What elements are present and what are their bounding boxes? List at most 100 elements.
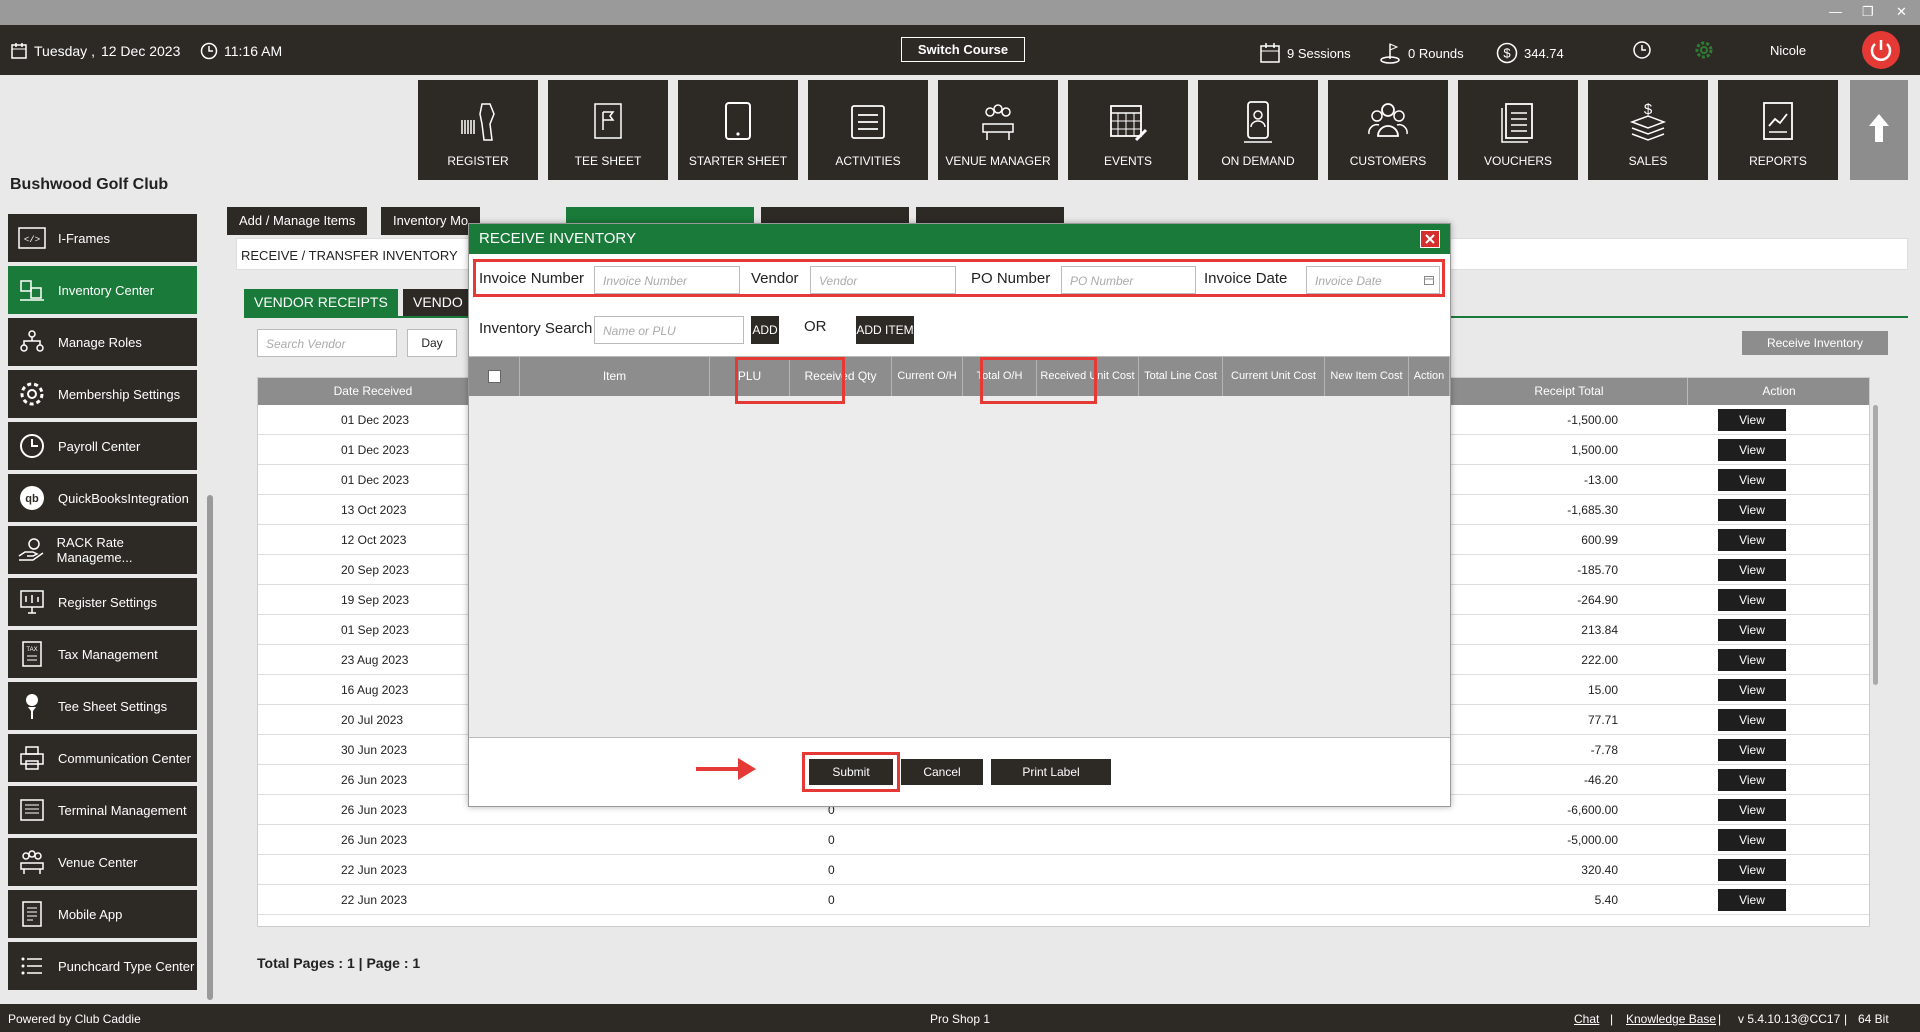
column-header-total-line-cost[interactable]: Total Line Cost	[1139, 357, 1223, 396]
column-header-total[interactable]: Receipt Total	[1451, 378, 1688, 405]
tile-customers[interactable]: CUSTOMERS	[1328, 80, 1448, 180]
tile-vouchers[interactable]: VOUCHERS	[1458, 80, 1578, 180]
modal-close-button[interactable]	[1420, 230, 1440, 248]
tile-starter-sheet[interactable]: STARTER SHEET	[678, 80, 798, 180]
cancel-button[interactable]: Cancel	[901, 759, 983, 785]
view-button[interactable]: View	[1718, 829, 1786, 851]
view-button[interactable]: View	[1718, 859, 1786, 881]
calendar-icon[interactable]	[1424, 275, 1434, 285]
scroll-up-tile[interactable]	[1850, 80, 1908, 180]
invoice-date-input[interactable]: Invoice Date	[1306, 266, 1440, 294]
view-button[interactable]: View	[1718, 709, 1786, 731]
sidebar-item-payroll-center[interactable]: Payroll Center	[8, 422, 197, 470]
calendar-icon	[1260, 43, 1280, 63]
tile-venue-manager[interactable]: VENUE MANAGER	[938, 80, 1058, 180]
column-header-date[interactable]: Date Received	[258, 378, 489, 405]
select-all-checkbox[interactable]	[487, 370, 501, 384]
tile-tee-sheet[interactable]: TEE SHEET	[548, 80, 668, 180]
tile-activities[interactable]: ACTIVITIES	[808, 80, 928, 180]
view-button[interactable]: View	[1718, 409, 1786, 431]
chat-link[interactable]: Chat	[1574, 1012, 1599, 1026]
column-header-current-oh[interactable]: Current O/H	[892, 357, 963, 396]
sidebar-item-terminal-management[interactable]: Terminal Management	[8, 786, 197, 834]
view-button[interactable]: View	[1718, 469, 1786, 491]
column-header-current-unit-cost[interactable]: Current Unit Cost	[1223, 357, 1325, 396]
sidebar-item-communication-center[interactable]: Communication Center	[8, 734, 197, 782]
restore-button[interactable]: ❐	[1862, 4, 1874, 20]
sidebar-item-manage-roles[interactable]: Manage Roles	[8, 318, 197, 366]
or-label: OR	[804, 318, 827, 335]
print-label-button[interactable]: Print Label	[991, 759, 1111, 785]
balance-display[interactable]: $ 344.74	[1496, 42, 1564, 64]
sidebar-item-iframes[interactable]: </> I-Frames	[8, 214, 197, 262]
close-window-button[interactable]: ✕	[1896, 4, 1907, 20]
code-icon: </>	[18, 227, 46, 249]
tile-reports[interactable]: REPORTS	[1718, 80, 1838, 180]
sidebar-item-rack-rate[interactable]: RACK Rate Manageme...	[8, 526, 197, 574]
power-button[interactable]	[1862, 31, 1900, 69]
day-filter-button[interactable]: Day	[407, 329, 457, 357]
receive-inventory-button[interactable]: Receive Inventory	[1742, 331, 1888, 355]
view-button[interactable]: View	[1718, 649, 1786, 671]
table-scrollbar[interactable]	[1873, 405, 1878, 685]
tile-on-demand[interactable]: ON DEMAND	[1198, 80, 1318, 180]
tab-vendor-receipts[interactable]: VENDOR RECEIPTS	[244, 289, 398, 316]
column-header-action: Action	[1409, 357, 1450, 396]
view-button[interactable]: View	[1718, 769, 1786, 791]
view-button[interactable]: View	[1718, 739, 1786, 761]
user-name[interactable]: Nicole	[1770, 43, 1806, 58]
column-header-item[interactable]: Item	[520, 357, 710, 396]
clock-icon[interactable]	[1632, 40, 1652, 60]
view-button[interactable]: View	[1718, 499, 1786, 521]
view-button[interactable]: View	[1718, 529, 1786, 551]
search-vendor-input[interactable]: Search Vendor	[257, 329, 397, 357]
tab-inventory-modify[interactable]: Inventory Mo	[381, 207, 481, 235]
row-date: 30 Jun 2023	[341, 743, 408, 757]
row-date: 23 Aug 2023	[341, 653, 409, 667]
knowledge-base-link[interactable]: Knowledge Base	[1626, 1012, 1716, 1026]
rounds-display[interactable]: 0 Rounds	[1378, 42, 1464, 64]
time-text: 11:16 AM	[224, 43, 283, 59]
separator: |	[1718, 1012, 1722, 1026]
inventory-search-input[interactable]: Name or PLU	[594, 316, 744, 344]
sessions-display[interactable]: 9 Sessions	[1259, 42, 1351, 64]
column-header-new-item-cost[interactable]: New Item Cost	[1325, 357, 1409, 396]
sidebar-scrollbar[interactable]	[207, 495, 213, 1000]
sidebar-item-tee-sheet-settings[interactable]: Tee Sheet Settings	[8, 682, 197, 730]
tile-sales[interactable]: $ SALES	[1588, 80, 1708, 180]
tab-vendor-transfers[interactable]: VENDO	[403, 289, 473, 316]
view-button[interactable]: View	[1718, 889, 1786, 911]
view-button[interactable]: View	[1718, 439, 1786, 461]
add-button[interactable]: ADD	[751, 316, 779, 344]
view-button[interactable]: View	[1718, 619, 1786, 641]
view-button[interactable]: View	[1718, 799, 1786, 821]
sidebar-item-inventory-center[interactable]: Inventory Center	[8, 266, 197, 314]
sidebar-item-punchcard[interactable]: Punchcard Type Center	[8, 942, 197, 990]
invoice-number-input[interactable]: Invoice Number	[594, 266, 740, 294]
calendar-icon	[11, 43, 27, 59]
sidebar-item-membership-settings[interactable]: Membership Settings	[8, 370, 197, 418]
po-number-label: PO Number	[971, 270, 1051, 287]
sidebar-item-mobile-app[interactable]: Mobile App	[8, 890, 197, 938]
po-number-input[interactable]: PO Number	[1061, 266, 1196, 294]
switch-course-button[interactable]: Switch Course	[901, 37, 1025, 62]
sidebar-item-register-settings[interactable]: Register Settings	[8, 578, 197, 626]
add-item-button[interactable]: ADD ITEM	[856, 316, 914, 344]
svg-text:$: $	[1503, 46, 1511, 61]
view-button[interactable]: View	[1718, 559, 1786, 581]
gear-icon[interactable]	[1692, 38, 1716, 62]
sidebar-item-venue-center[interactable]: Venue Center	[8, 838, 197, 886]
table-row: 22 Jun 2023 0 320.40 View	[258, 855, 1869, 885]
view-button[interactable]: View	[1718, 589, 1786, 611]
tax-document-icon: TAX	[22, 641, 42, 667]
vendor-input[interactable]: Vendor	[810, 266, 956, 294]
invoice-date-label: Invoice Date	[1204, 270, 1288, 287]
sidebar-item-quickbooks[interactable]: qb QuickBooksIntegration	[8, 474, 197, 522]
tile-events[interactable]: EVENTS	[1068, 80, 1188, 180]
minimize-button[interactable]: —	[1829, 4, 1842, 19]
submit-button[interactable]: Submit	[809, 759, 893, 785]
tile-register[interactable]: REGISTER	[418, 80, 538, 180]
view-button[interactable]: View	[1718, 679, 1786, 701]
sidebar-item-tax-management[interactable]: TAX Tax Management	[8, 630, 197, 678]
tab-add-manage-items[interactable]: Add / Manage Items	[227, 207, 368, 235]
